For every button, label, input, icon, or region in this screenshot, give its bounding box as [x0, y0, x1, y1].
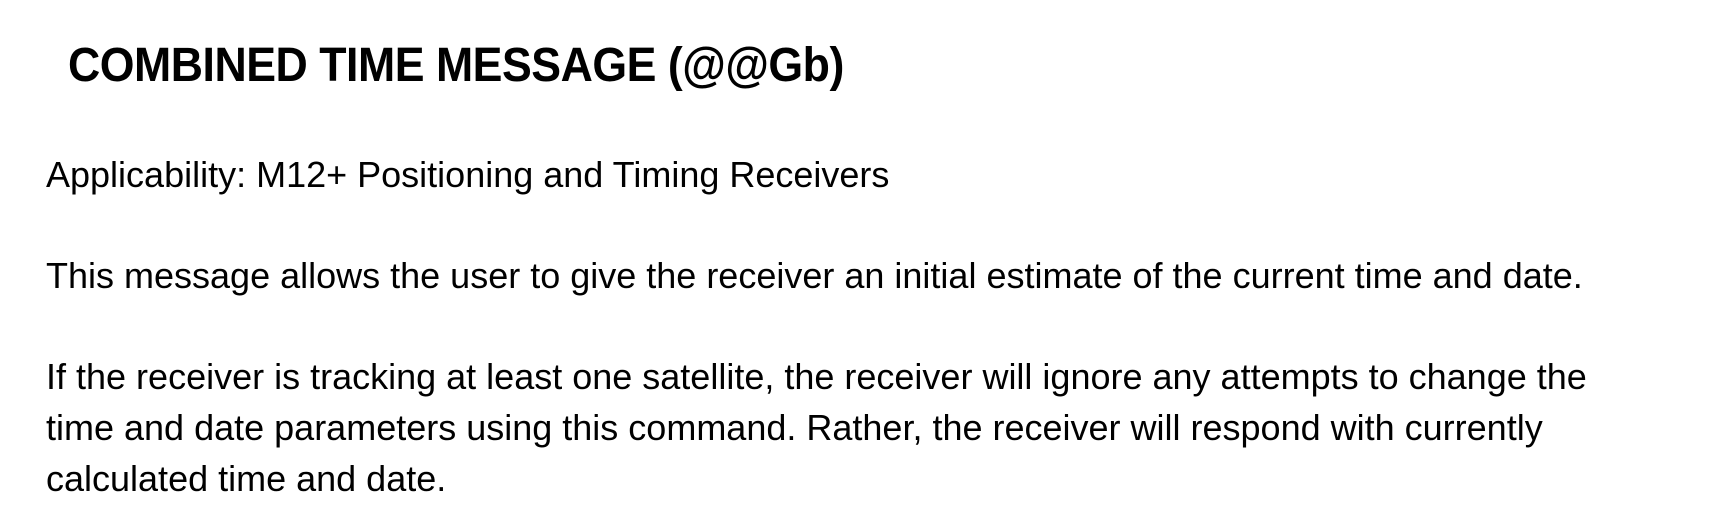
- tracking-paragraph-line: If the receiver is tracking at least one…: [46, 356, 1587, 397]
- applicability-text: Applicability: M12+ Positioning and Timi…: [46, 154, 890, 195]
- tracking-paragraph-line: calculated time and date.: [46, 458, 447, 499]
- tracking-paragraph-line: time and date parameters using this comm…: [46, 407, 1543, 448]
- tracking-paragraph: If the receiver is tracking at least one…: [46, 351, 1587, 504]
- message-title: COMBINED TIME MESSAGE (@@Gb): [68, 39, 844, 92]
- intro-paragraph: This message allows the user to give the…: [46, 255, 1583, 296]
- document-page: COMBINED TIME MESSAGE (@@Gb) Applicabili…: [0, 0, 1724, 516]
